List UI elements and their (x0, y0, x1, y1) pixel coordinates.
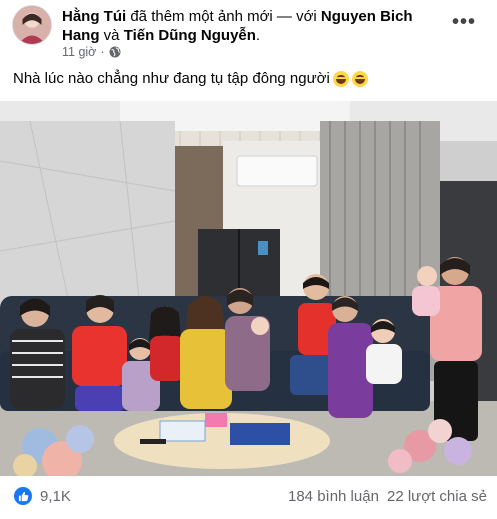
header-period: . (255, 27, 261, 44)
air-conditioner (236, 155, 318, 187)
avatar[interactable] (12, 5, 52, 45)
conjunction-text: và (99, 27, 124, 44)
family-photo (0, 101, 497, 476)
tagged-person-2[interactable]: Tiến Dũng Nguyễn (124, 27, 256, 44)
post-header: Hằng Túi đã thêm một ảnh mới — với Nguye… (0, 0, 497, 62)
author-name[interactable]: Hằng Túi (62, 8, 126, 25)
caption-text: Nhà lúc nào chẳng như đang tụ tập đông n… (13, 70, 330, 87)
meta-separator: · (100, 45, 105, 59)
grinning-sweat-emoji (332, 70, 349, 87)
more-icon: ••• (451, 10, 476, 33)
post-timestamp[interactable]: 11 giờ (62, 45, 96, 59)
reaction-count[interactable]: 9,1K (40, 488, 71, 505)
comment-count[interactable]: 184 bình luận (288, 488, 379, 505)
grinning-sweat-emoji (351, 70, 368, 87)
post-action-text: đã thêm một ảnh mới — với (126, 8, 321, 25)
post-footer: 9,1K 184 bình luận 22 lượt chia sẻ (0, 476, 497, 519)
post-photo[interactable] (0, 101, 497, 476)
like-icon[interactable] (14, 487, 32, 505)
post-header-text: Hằng Túi đã thêm một ảnh mới — với Nguye… (62, 7, 442, 45)
globe-icon[interactable] (109, 46, 121, 58)
more-options-button[interactable]: ••• (449, 10, 479, 34)
post-caption: Nhà lúc nào chẳng như đang tụ tập đông n… (13, 70, 368, 87)
share-count[interactable]: 22 lượt chia sẻ (387, 488, 487, 505)
post-meta: 11 giờ · (62, 45, 121, 59)
